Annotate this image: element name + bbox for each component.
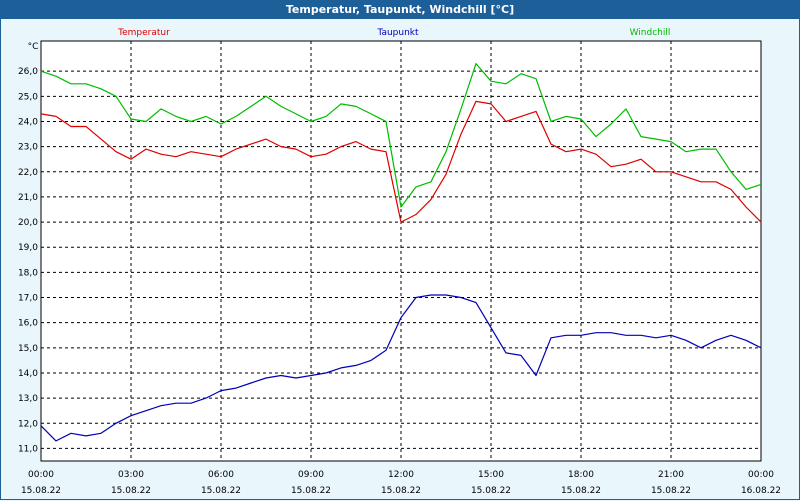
x-tick-time: 21:00 (658, 470, 684, 480)
y-tick-label: 14,0 (18, 369, 38, 379)
y-tick-label: 21,0 (18, 193, 38, 203)
x-tick-time: 00:00 (28, 470, 54, 480)
y-axis-unit: °C (28, 42, 39, 52)
x-tick-date: 15.08.22 (21, 486, 61, 496)
y-tick-label: 16,0 (18, 319, 38, 329)
x-tick-date: 15.08.22 (111, 486, 151, 496)
x-tick-time: 09:00 (298, 470, 324, 480)
x-tick-time: 15:00 (478, 470, 504, 480)
y-tick-label: 20,0 (18, 218, 38, 228)
x-tick-date: 15.08.22 (291, 486, 331, 496)
x-tick-date: 15.08.22 (561, 486, 601, 496)
chart-svg: 11,0 12,0 13,0 14,0 15,0 16,0 17,0 18,0 19,0 20,0… (18, 28, 781, 496)
chart-window: Temperatur, Taupunkt, Windchill [°C] 11,… (0, 0, 800, 500)
x-tick-date: 15.08.22 (381, 486, 421, 496)
y-tick-label: 13,0 (18, 394, 38, 404)
x-tick-time: 06:00 (208, 470, 234, 480)
y-tick-label: 22,0 (18, 168, 38, 178)
x-tick-time: 03:00 (118, 470, 144, 480)
y-tick-label: 15,0 (18, 344, 38, 354)
x-tick-date: 15.08.22 (651, 486, 691, 496)
y-tick-label: 11,0 (18, 444, 38, 454)
y-tick-label: 25,0 (18, 92, 38, 102)
y-tick-label: 17,0 (18, 294, 38, 304)
x-tick-date: 15.08.22 (201, 486, 241, 496)
y-tick-label: 23,0 (18, 143, 38, 153)
legend-temperatur: Temperatur (117, 28, 170, 38)
y-tick-label: 26,0 (18, 67, 38, 77)
y-tick-label: 19,0 (18, 243, 38, 253)
y-tick-label: 24,0 (18, 117, 38, 127)
x-tick-labels: 00:00 15.08.22 03:00 15.08.22 06:00 15.08.22 0… (21, 470, 781, 496)
x-tick-date: 16.08.22 (741, 486, 781, 496)
x-tick-time: 12:00 (388, 470, 414, 480)
legend-windchill: Windchill (630, 28, 671, 38)
y-tick-labels: 11,0 12,0 13,0 14,0 15,0 16,0 17,0 18,0 19,0 20,0… (18, 67, 38, 454)
y-tick-label: 12,0 (18, 419, 38, 429)
x-tick-date: 15.08.22 (471, 486, 511, 496)
x-tick-time: 18:00 (568, 470, 594, 480)
legend-taupunkt: Taupunkt (376, 28, 419, 38)
x-tick-time: 00:00 (748, 470, 774, 480)
y-tick-label: 18,0 (18, 268, 38, 278)
